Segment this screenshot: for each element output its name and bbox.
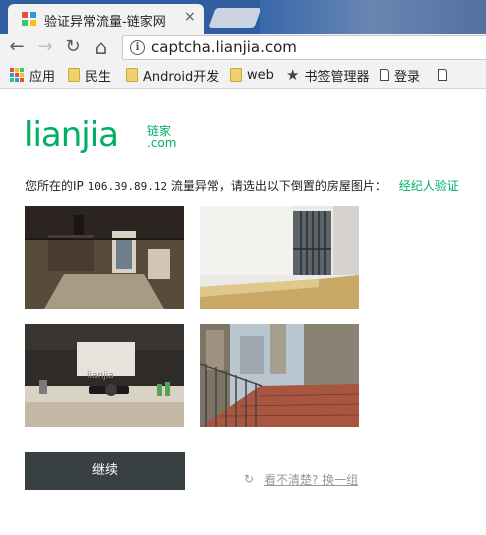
browser-toolbar: ← → ↻ ⌂ i captcha.lianjia.com bbox=[0, 34, 486, 62]
back-arrow-icon[interactable]: ← bbox=[6, 36, 28, 58]
bookmark-manager[interactable]: ★ 书签管理器 bbox=[286, 66, 370, 85]
home-icon[interactable]: ⌂ bbox=[90, 36, 112, 58]
captcha-image-4[interactable] bbox=[200, 324, 359, 427]
folder-icon bbox=[68, 68, 80, 82]
bookmark-label: 应用 bbox=[29, 69, 56, 85]
bookmark-folder-web[interactable]: web bbox=[230, 66, 274, 84]
reload-icon[interactable]: ↻ bbox=[62, 36, 84, 58]
bookmark-apps[interactable]: 应用 bbox=[10, 66, 56, 85]
window-room-image bbox=[200, 206, 359, 309]
browser-tab-active[interactable]: 验证异常流量-链家网 × bbox=[8, 4, 204, 34]
bookmark-label: 书签管理器 bbox=[304, 69, 370, 85]
refresh-captcha-link[interactable]: 看不清楚? 换一组 bbox=[264, 471, 358, 488]
url-text[interactable]: captcha.lianjia.com bbox=[151, 38, 297, 56]
folder-icon bbox=[126, 68, 138, 82]
bookmark-folder-android[interactable]: Android开发 bbox=[126, 66, 220, 85]
bookmark-folder-minsheng[interactable]: 民生 bbox=[68, 66, 112, 85]
tab-title: 验证异常流量-链家网 bbox=[44, 15, 166, 30]
apps-grid-icon bbox=[10, 68, 24, 82]
balcony-image bbox=[200, 324, 359, 427]
lianjia-favicon-icon bbox=[22, 12, 36, 26]
bookmark-label: Android开发 bbox=[143, 69, 220, 85]
captcha-image-1[interactable] bbox=[25, 206, 184, 309]
forward-arrow-icon[interactable]: → bbox=[34, 36, 56, 58]
address-bar[interactable]: i captcha.lianjia.com bbox=[122, 35, 486, 60]
bookmark-label: 登录 bbox=[394, 69, 421, 85]
kitchen-image: lianjia bbox=[25, 324, 184, 427]
new-tab-button[interactable] bbox=[208, 8, 262, 28]
watermark-text: lianjia bbox=[87, 371, 114, 381]
ip-address: 106.39.89.12 bbox=[87, 180, 168, 193]
prompt-prefix: 您所在的IP bbox=[25, 179, 84, 193]
site-info-icon[interactable]: i bbox=[130, 40, 145, 55]
bookmark-label: 民生 bbox=[85, 69, 112, 85]
captcha-image-3[interactable]: lianjia bbox=[25, 324, 184, 427]
page-icon bbox=[438, 69, 447, 81]
agent-verify-link[interactable]: 经纪人验证 bbox=[399, 179, 459, 193]
bookmark-login[interactable]: 登录 bbox=[380, 66, 421, 85]
page-icon bbox=[380, 69, 389, 81]
logo-domain: .com bbox=[147, 136, 177, 150]
bookmarks-bar: 应用 民生 Android开发 web ★ 书签管理器 登录 bbox=[0, 62, 486, 89]
tab-close-icon[interactable]: × bbox=[184, 9, 196, 25]
bookmark-untitled[interactable] bbox=[438, 66, 447, 84]
logo-wordmark: lianjia bbox=[24, 115, 119, 155]
window-titlebar-area bbox=[260, 0, 486, 34]
captcha-prompt: 您所在的IP 106.39.89.12 流量异常，请选出以下倒置的房屋图片： 经… bbox=[25, 177, 459, 194]
star-icon: ★ bbox=[286, 66, 300, 84]
tab-strip: 验证异常流量-链家网 × bbox=[0, 0, 486, 34]
refresh-icon[interactable]: ↻ bbox=[244, 472, 254, 486]
upside-down-room-image bbox=[25, 206, 184, 309]
continue-button[interactable]: 继续 bbox=[25, 452, 185, 490]
folder-icon bbox=[230, 68, 242, 82]
captcha-image-2[interactable] bbox=[200, 206, 359, 309]
bookmark-label: web bbox=[247, 67, 274, 83]
prompt-suffix: 流量异常，请选出以下倒置的房屋图片： bbox=[170, 179, 387, 193]
